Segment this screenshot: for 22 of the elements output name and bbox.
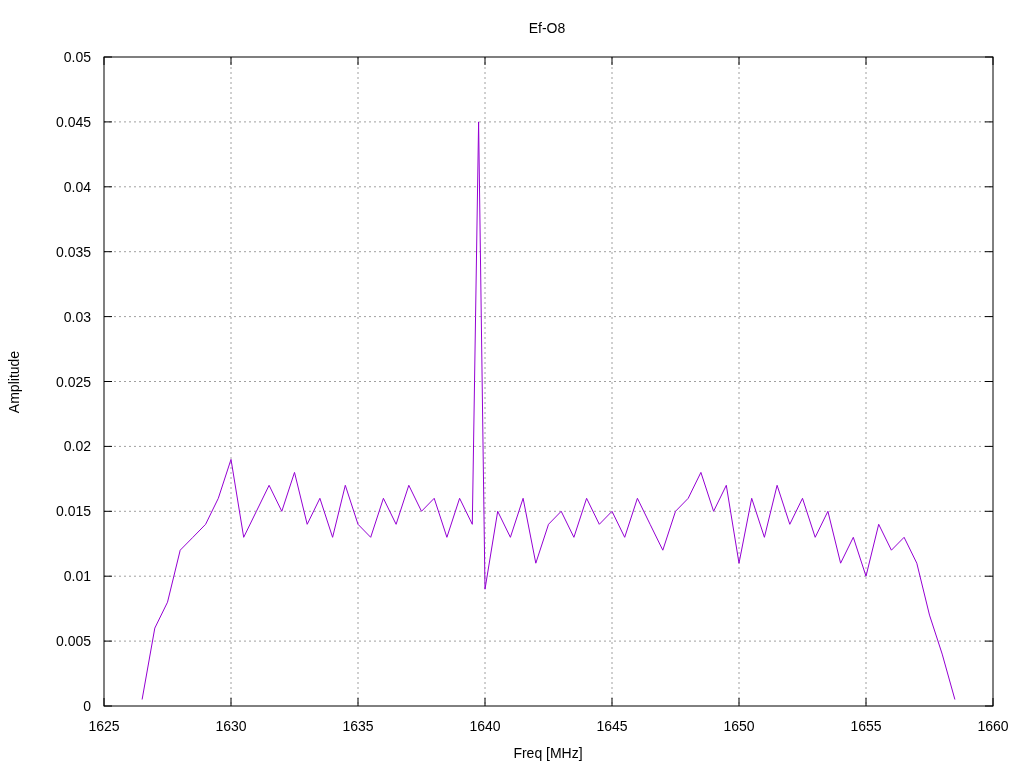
x-tick-label: 1655 [850,718,882,734]
y-tick-label: 0.015 [55,503,91,520]
x-axis-label: Freq [MHz] [513,745,583,761]
y-tick-label: 0.05 [63,49,91,65]
y-tick-label: 0.03 [63,308,91,325]
chart-title: Ef-O8 [528,20,566,36]
x-tick-label: 1650 [723,718,755,734]
x-tick-label: 1635 [342,718,374,734]
x-tick-label: 1660 [977,718,1009,734]
x-tick-label: 1625 [88,718,120,734]
x-tick-label: 1645 [596,718,628,734]
y-tick-label: 0.035 [55,243,91,260]
x-tick-label: 1640 [469,718,501,734]
y-tick-label: 0.045 [55,113,91,130]
y-tick-label: 0.005 [55,633,91,650]
y-axis-label: Amplitude [6,350,22,414]
y-tick-label: 0.01 [63,568,91,585]
y-tick-label: 0.04 [63,178,91,195]
y-tick-label: 0.02 [63,438,91,455]
y-tick-label: 0 [83,698,91,714]
x-tick-label: 1630 [215,718,247,734]
y-tick-label: 0.025 [55,373,91,390]
